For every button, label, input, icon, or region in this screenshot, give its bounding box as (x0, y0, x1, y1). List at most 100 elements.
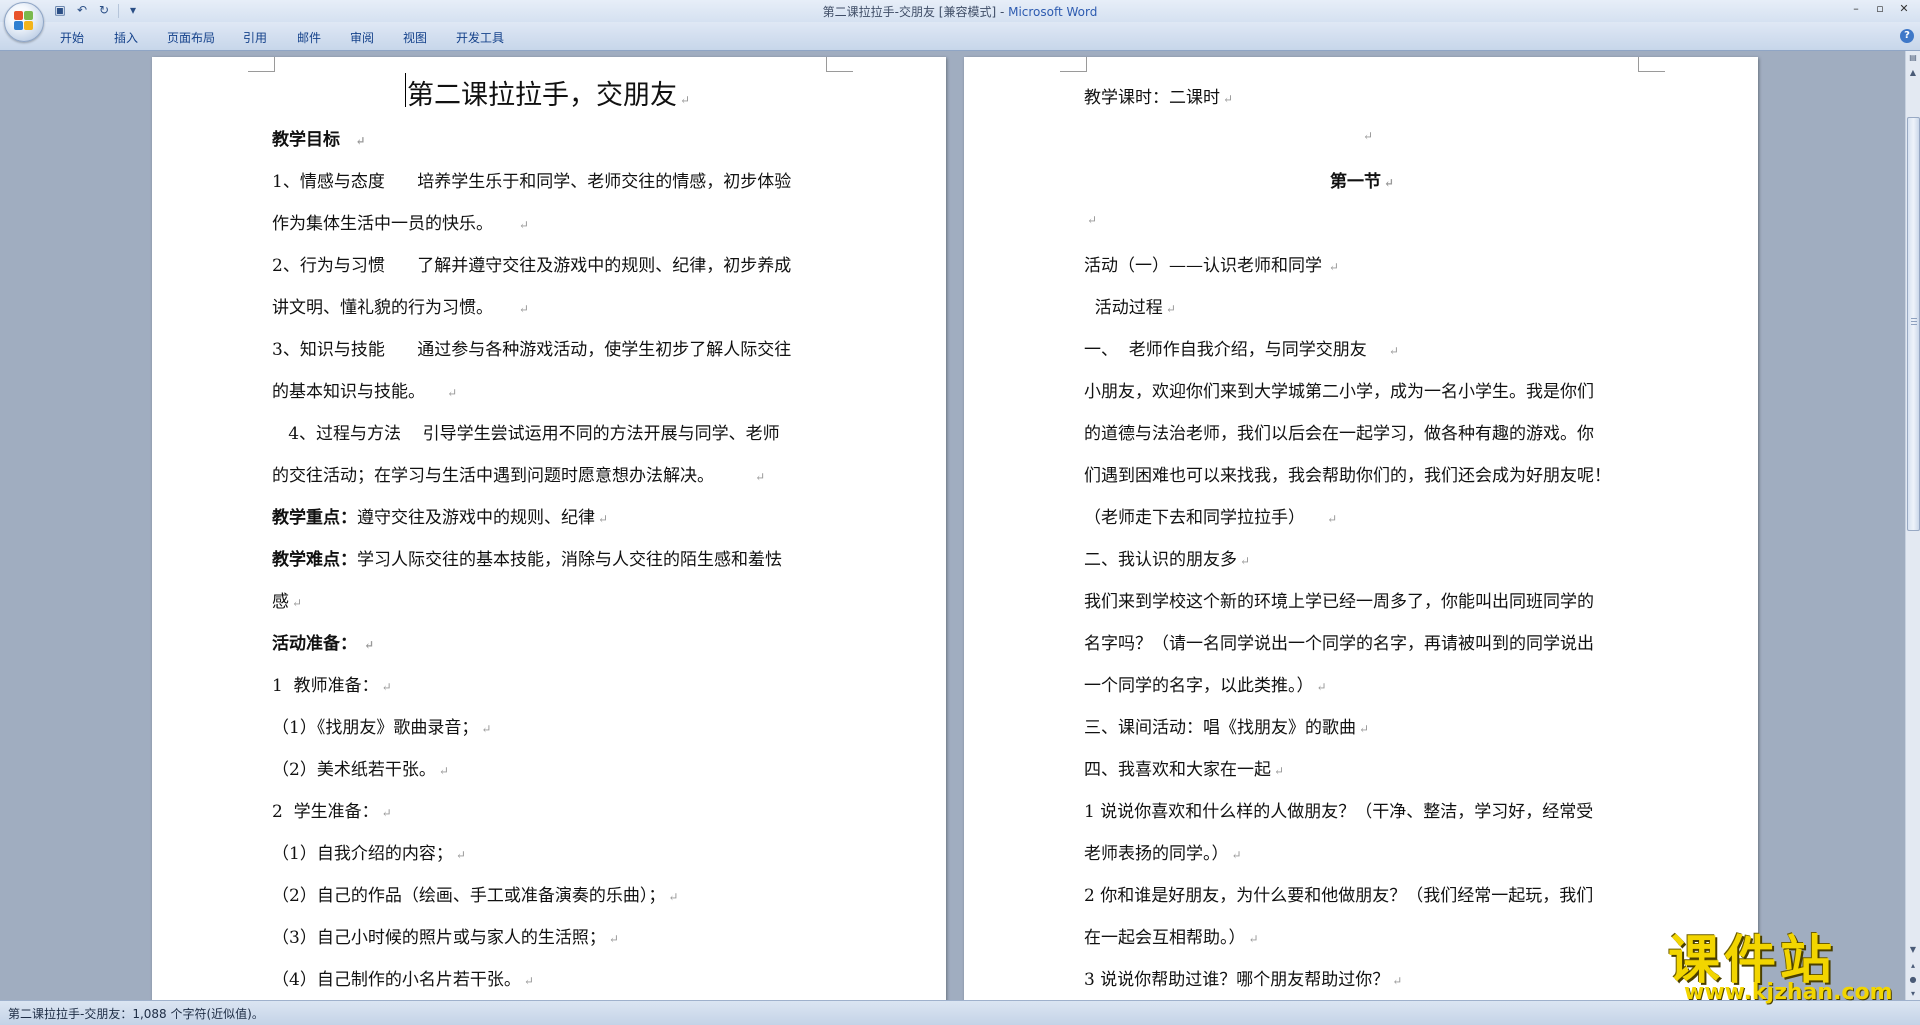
window-controls: – ▫ ✕ (1844, 0, 1916, 18)
restore-icon[interactable]: ▫ (1868, 0, 1892, 18)
paragraph: 4、过程与方法 引导学生尝试运用不同的方法开展与同学、老师 (272, 424, 780, 444)
minimize-icon[interactable]: – (1844, 0, 1868, 18)
paragraph-text: 在一起会互相帮助。） (1084, 928, 1246, 948)
title-bar: ▣ ↶ ↻ ▾ 第二课拉拉手-交朋友 [兼容模式] - Microsoft Wo… (0, 0, 1920, 23)
paragraph-text: 一、 老师作自我介绍，与同学交朋友 (1084, 340, 1367, 360)
paragraph: 教学重点：遵守交往及游戏中的规则、纪律 ↵ (272, 508, 609, 528)
tab-review[interactable]: 审阅 (350, 29, 374, 46)
paragraph: 教学难点：学习人际交往的基本技能，消除与人交往的陌生感和羞怯 (272, 545, 782, 570)
next-page-icon[interactable]: ▾ (1907, 987, 1919, 1001)
ruler-toggle-icon[interactable]: ▤ (1907, 51, 1919, 65)
paragraph-text: 活动准备： (272, 634, 357, 654)
paragraph-text: 作为集体生活中一员的快乐。 (272, 214, 493, 234)
paragraph-text: 三、课间活动：唱《找朋友》的歌曲 (1084, 718, 1356, 738)
vertical-scrollbar[interactable]: ▤ ▲ ▼ ▴ ● ▾ (1905, 51, 1920, 1001)
paragraph: （4）自己制作的小名片若干张。 ↵ (272, 970, 534, 990)
paragraph: （3）自己小时候的照片或与家人的生活照； ↵ (272, 928, 619, 948)
paragraph: 1 教师准备： ↵ (272, 676, 392, 696)
paragraph: 作为集体生活中一员的快乐。 ↵ (272, 214, 529, 234)
paragraph: 的交往活动；在学习与生活中遇到问题时愿意想办法解决。 ↵ (272, 466, 766, 486)
tab-developer[interactable]: 开发工具 (456, 29, 504, 46)
paragraph: 教学目标 ↵ (272, 130, 366, 150)
paragraph: 名字吗？（请一名同学说出一个同学的名字，再请被叫到的同学说出 (1084, 634, 1594, 654)
document-area: 第二课拉拉手，交朋友 ↵ 教学目标 ↵ 1、情感与态度 培养学生乐于和同学、老师交… (0, 51, 1906, 1001)
tab-home[interactable]: 开始 (60, 29, 84, 46)
paragraph: （2）自己的作品（绘画、手工或准备演奏的乐曲）； ↵ (272, 886, 679, 906)
paragraph: 小朋友，欢迎你们来到大学城第二小学，成为一名小学生。我是你们 (1084, 382, 1594, 402)
label-key-points: 教学重点： (272, 508, 357, 528)
paragraph: 1、情感与态度 培养学生乐于和同学、老师交往的情感，初步体验 (272, 172, 792, 192)
paragraph-text: 2 学生准备： (272, 802, 379, 822)
paragraph-text: 第一节 (1330, 172, 1381, 192)
paragraph-text: 3 说说你帮助过谁？哪个朋友帮助过你？ (1084, 970, 1390, 990)
paragraph: （2）美术纸若干张。 ↵ (272, 760, 449, 780)
app-title: Microsoft Word (1008, 5, 1098, 19)
paragraph: 三、课间活动：唱《找朋友》的歌曲 ↵ (1084, 718, 1370, 738)
close-icon[interactable]: ✕ (1892, 0, 1916, 18)
paragraph: 二、我认识的朋友多 ↵ (1084, 550, 1251, 570)
status-bar: 第二课拉拉手-交朋友：1,088 个字符(近似值)。 (0, 1000, 1920, 1025)
scroll-down-icon[interactable]: ▼ (1907, 943, 1919, 957)
tab-references[interactable]: 引用 (243, 29, 267, 46)
paragraph: （1）自我介绍的内容； ↵ (272, 844, 466, 864)
paragraph: 3 说说你帮助过谁？哪个朋友帮助过你？ ↵ (1084, 970, 1403, 990)
previous-page-icon[interactable]: ▴ (1907, 959, 1919, 973)
paragraph: 教学课时：二课时 ↵ (1084, 88, 1234, 108)
grip-line (1911, 318, 1917, 319)
paragraph-text: （1）自我介绍的内容； (272, 844, 453, 864)
paragraph-text: （4）自己制作的小名片若干张。 (272, 970, 521, 990)
paragraph-text: 活动过程 (1084, 298, 1163, 318)
tab-mailings[interactable]: 邮件 (297, 29, 321, 46)
paragraph: 讲文明、懂礼貌的行为习惯。 ↵ (272, 298, 529, 318)
crop-mark (826, 57, 853, 72)
paragraph: 2 你和谁是好朋友，为什么要和他做朋友？（我们经常一起玩，我们 (1084, 886, 1594, 906)
help-icon[interactable]: ? (1900, 29, 1914, 43)
paragraph: （老师走下去和同学拉拉手） ↵ (1084, 508, 1338, 528)
paragraph-text: 学习人际交往的基本技能，消除与人交往的陌生感和羞怯 (357, 550, 782, 570)
select-browse-object-icon[interactable]: ● (1907, 973, 1919, 987)
word-count[interactable]: 第二课拉拉手-交朋友：1,088 个字符(近似值)。 (8, 1005, 264, 1022)
paragraph: （1）《找朋友》歌曲录音； ↵ (272, 718, 492, 738)
tab-page-layout[interactable]: 页面布局 (167, 29, 215, 46)
paragraph: 2、行为与习惯 了解并遵守交往及游戏中的规则、纪律，初步养成 (272, 256, 792, 276)
section-heading: 第一节 ↵ (1330, 172, 1395, 192)
crop-mark (1638, 57, 1665, 72)
crop-mark (248, 57, 275, 72)
tab-view[interactable]: 视图 (403, 29, 427, 46)
page-left[interactable]: 第二课拉拉手，交朋友 ↵ 教学目标 ↵ 1、情感与态度 培养学生乐于和同学、老师交… (152, 57, 946, 1001)
paragraph-text: 感 (272, 592, 289, 612)
paragraph-text: （2）美术纸若干张。 (272, 760, 436, 780)
empty-paragraph-mark: ↵ (1087, 213, 1098, 227)
paragraph: 的基本知识与技能。 ↵ (272, 382, 458, 402)
label-difficulties: 教学难点： (272, 550, 357, 570)
paragraph-text: 的交往活动；在学习与生活中遇到问题时愿意想办法解决。 (272, 466, 714, 486)
paragraph-text: （老师走下去和同学拉拉手） (1084, 508, 1305, 528)
paragraph-text: （1）《找朋友》歌曲录音； (272, 718, 479, 738)
paragraph-text: （2）自己的作品（绘画、手工或准备演奏的乐曲）； (272, 886, 666, 906)
document-title: 第二课拉拉手-交朋友 [兼容模式] - (822, 5, 1009, 19)
tab-insert[interactable]: 插入 (114, 29, 138, 46)
paragraph-text: （3）自己小时候的照片或与家人的生活照； (272, 928, 606, 948)
grip-line (1911, 324, 1917, 325)
paragraph-text: 教学课时：二课时 (1084, 88, 1220, 108)
paragraph: 3、知识与技能 通过参与各种游戏活动，使学生初步了解人际交往 (272, 340, 792, 360)
page-right[interactable]: 教学课时：二课时 ↵ ↵ 第一节 ↵ ↵ 活动（一）——认识老师和同学 ↵ 活动过程… (964, 57, 1758, 1001)
scroll-thumb[interactable] (1907, 117, 1920, 531)
paragraph-text: 一个同学的名字，以此类推。） (1084, 676, 1314, 696)
paragraph: 一个同学的名字，以此类推。） ↵ (1084, 676, 1327, 696)
office-button[interactable] (4, 2, 44, 42)
watermark-url: www.kjzhan.com (1684, 980, 1893, 1005)
paragraph-text: 老师表扬的同学。） (1084, 844, 1229, 864)
grip-line (1911, 321, 1917, 322)
paragraph: 2 学生准备： ↵ (272, 802, 392, 822)
paragraph-text: 1 教师准备： (272, 676, 379, 696)
paragraph: 感 ↵ (272, 592, 303, 612)
paragraph: 1 说说你喜欢和什么样的人做朋友？（干净、整洁，学习好，经常受 (1084, 802, 1594, 822)
paragraph-text: 活动（一）——认识老师和同学 (1084, 256, 1322, 276)
paragraph-text: 讲文明、懂礼貌的行为习惯。 (272, 298, 493, 318)
paragraph-text: 的基本知识与技能。 (272, 382, 425, 402)
watermark-logo: 课件站 www.kjzhan.com (1668, 918, 1908, 1005)
paragraph: 老师表扬的同学。） ↵ (1084, 844, 1242, 864)
paragraph-text: 教学目标 (272, 130, 340, 150)
scroll-up-icon[interactable]: ▲ (1907, 66, 1919, 80)
